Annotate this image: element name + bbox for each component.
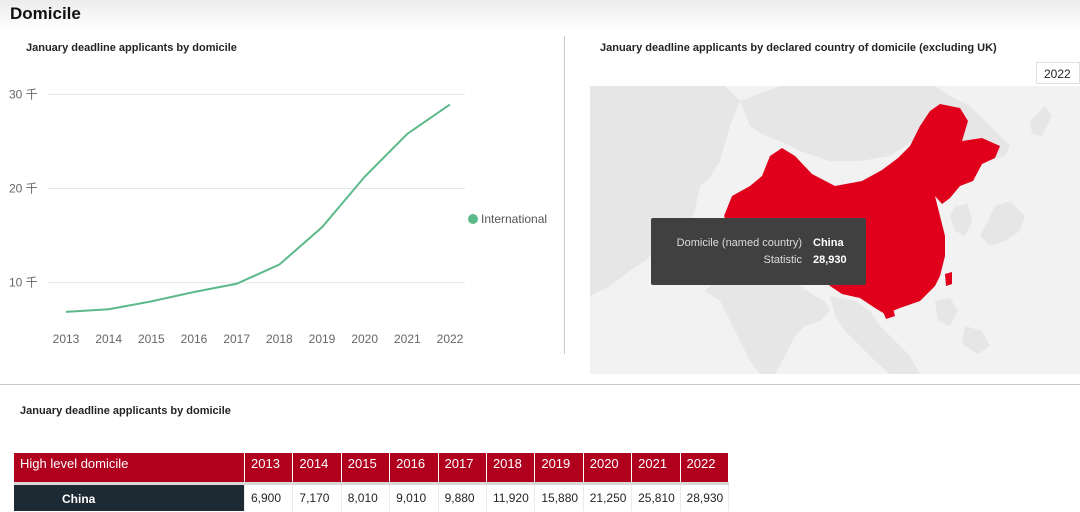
data-point[interactable] <box>191 289 197 295</box>
domicile-table: High level domicile 2013 2014 2015 2016 … <box>14 453 729 511</box>
visual-divider <box>564 36 565 354</box>
table-row[interactable]: China 6,900 7,170 8,010 9,010 9,880 11,9… <box>14 485 729 511</box>
column-header-year[interactable]: 2013 <box>245 453 294 482</box>
table-header-row: High level domicile 2013 2014 2015 2016 … <box>14 453 729 485</box>
table-cell: 9,010 <box>390 485 439 511</box>
table-cell: 25,810 <box>632 485 681 511</box>
column-header-year[interactable]: 2020 <box>584 453 633 482</box>
data-point[interactable] <box>276 262 282 268</box>
x-tick-label: 2021 <box>394 332 421 346</box>
legend-marker <box>468 214 478 224</box>
tooltip-value-domicile: China <box>813 237 844 249</box>
x-tick-label: 2016 <box>181 332 208 346</box>
column-header-year[interactable]: 2022 <box>681 453 729 482</box>
table-cell: 9,880 <box>439 485 487 511</box>
data-point[interactable] <box>319 224 325 230</box>
x-tick-label: 2013 <box>53 332 80 346</box>
column-header-year[interactable]: 2015 <box>342 453 391 482</box>
data-point[interactable] <box>106 306 112 312</box>
y-tick-label: 10 千 <box>9 276 38 290</box>
y-tick-label: 30 千 <box>9 87 38 101</box>
x-tick-label: 2014 <box>95 332 122 346</box>
x-tick-label: 2015 <box>138 332 165 346</box>
map-china-taiwan[interactable] <box>945 272 952 286</box>
x-tick-label: 2022 <box>437 332 464 346</box>
series-line-international[interactable] <box>65 103 451 313</box>
row-header-domicile[interactable]: China <box>14 485 245 511</box>
data-point[interactable] <box>362 174 368 180</box>
page-header <box>0 0 1080 30</box>
data-point[interactable] <box>234 281 240 287</box>
x-tick-label: 2020 <box>351 332 378 346</box>
table-cell: 21,250 <box>584 485 633 511</box>
chart-legend[interactable]: International <box>468 212 547 226</box>
table-title: January deadline applicants by domicile <box>20 405 231 417</box>
legend-label: International <box>481 212 548 226</box>
map-tooltip: Domicile (named country) China Statistic… <box>651 218 866 285</box>
tooltip-value-statistic: 28,930 <box>813 254 847 266</box>
table-cell: 8,010 <box>342 485 391 511</box>
x-tick-label: 2018 <box>266 332 293 346</box>
data-point[interactable] <box>404 131 410 137</box>
x-tick-label: 2019 <box>309 332 336 346</box>
column-header-year[interactable]: 2017 <box>439 453 487 482</box>
table-cell: 15,880 <box>535 485 584 511</box>
column-header-domicile[interactable]: High level domicile <box>14 453 245 482</box>
page-title: Domicile <box>10 4 81 23</box>
table-cell: 6,900 <box>245 485 294 511</box>
section-divider <box>0 384 1080 385</box>
column-header-year[interactable]: 2018 <box>487 453 536 482</box>
table-cell: 7,170 <box>293 485 342 511</box>
table-cell: 28,930 <box>681 485 729 511</box>
column-header-year[interactable]: 2014 <box>293 453 342 482</box>
x-tick-label: 2017 <box>223 332 250 346</box>
column-header-year[interactable]: 2021 <box>632 453 681 482</box>
column-header-year[interactable]: 2016 <box>390 453 439 482</box>
line-chart-title: January deadline applicants by domicile <box>26 42 237 54</box>
table-cell: 11,920 <box>487 485 536 511</box>
column-header-year[interactable]: 2019 <box>535 453 584 482</box>
data-point[interactable] <box>447 101 453 107</box>
year-slicer[interactable]: 2022 <box>1036 62 1080 84</box>
map-title: January deadline applicants by declared … <box>600 42 997 54</box>
data-point[interactable] <box>148 298 154 304</box>
tooltip-label-domicile: Domicile (named country) <box>676 237 802 249</box>
y-tick-label: 20 千 <box>9 182 38 196</box>
tooltip-label-statistic: Statistic <box>763 254 802 266</box>
data-point[interactable] <box>63 309 69 315</box>
